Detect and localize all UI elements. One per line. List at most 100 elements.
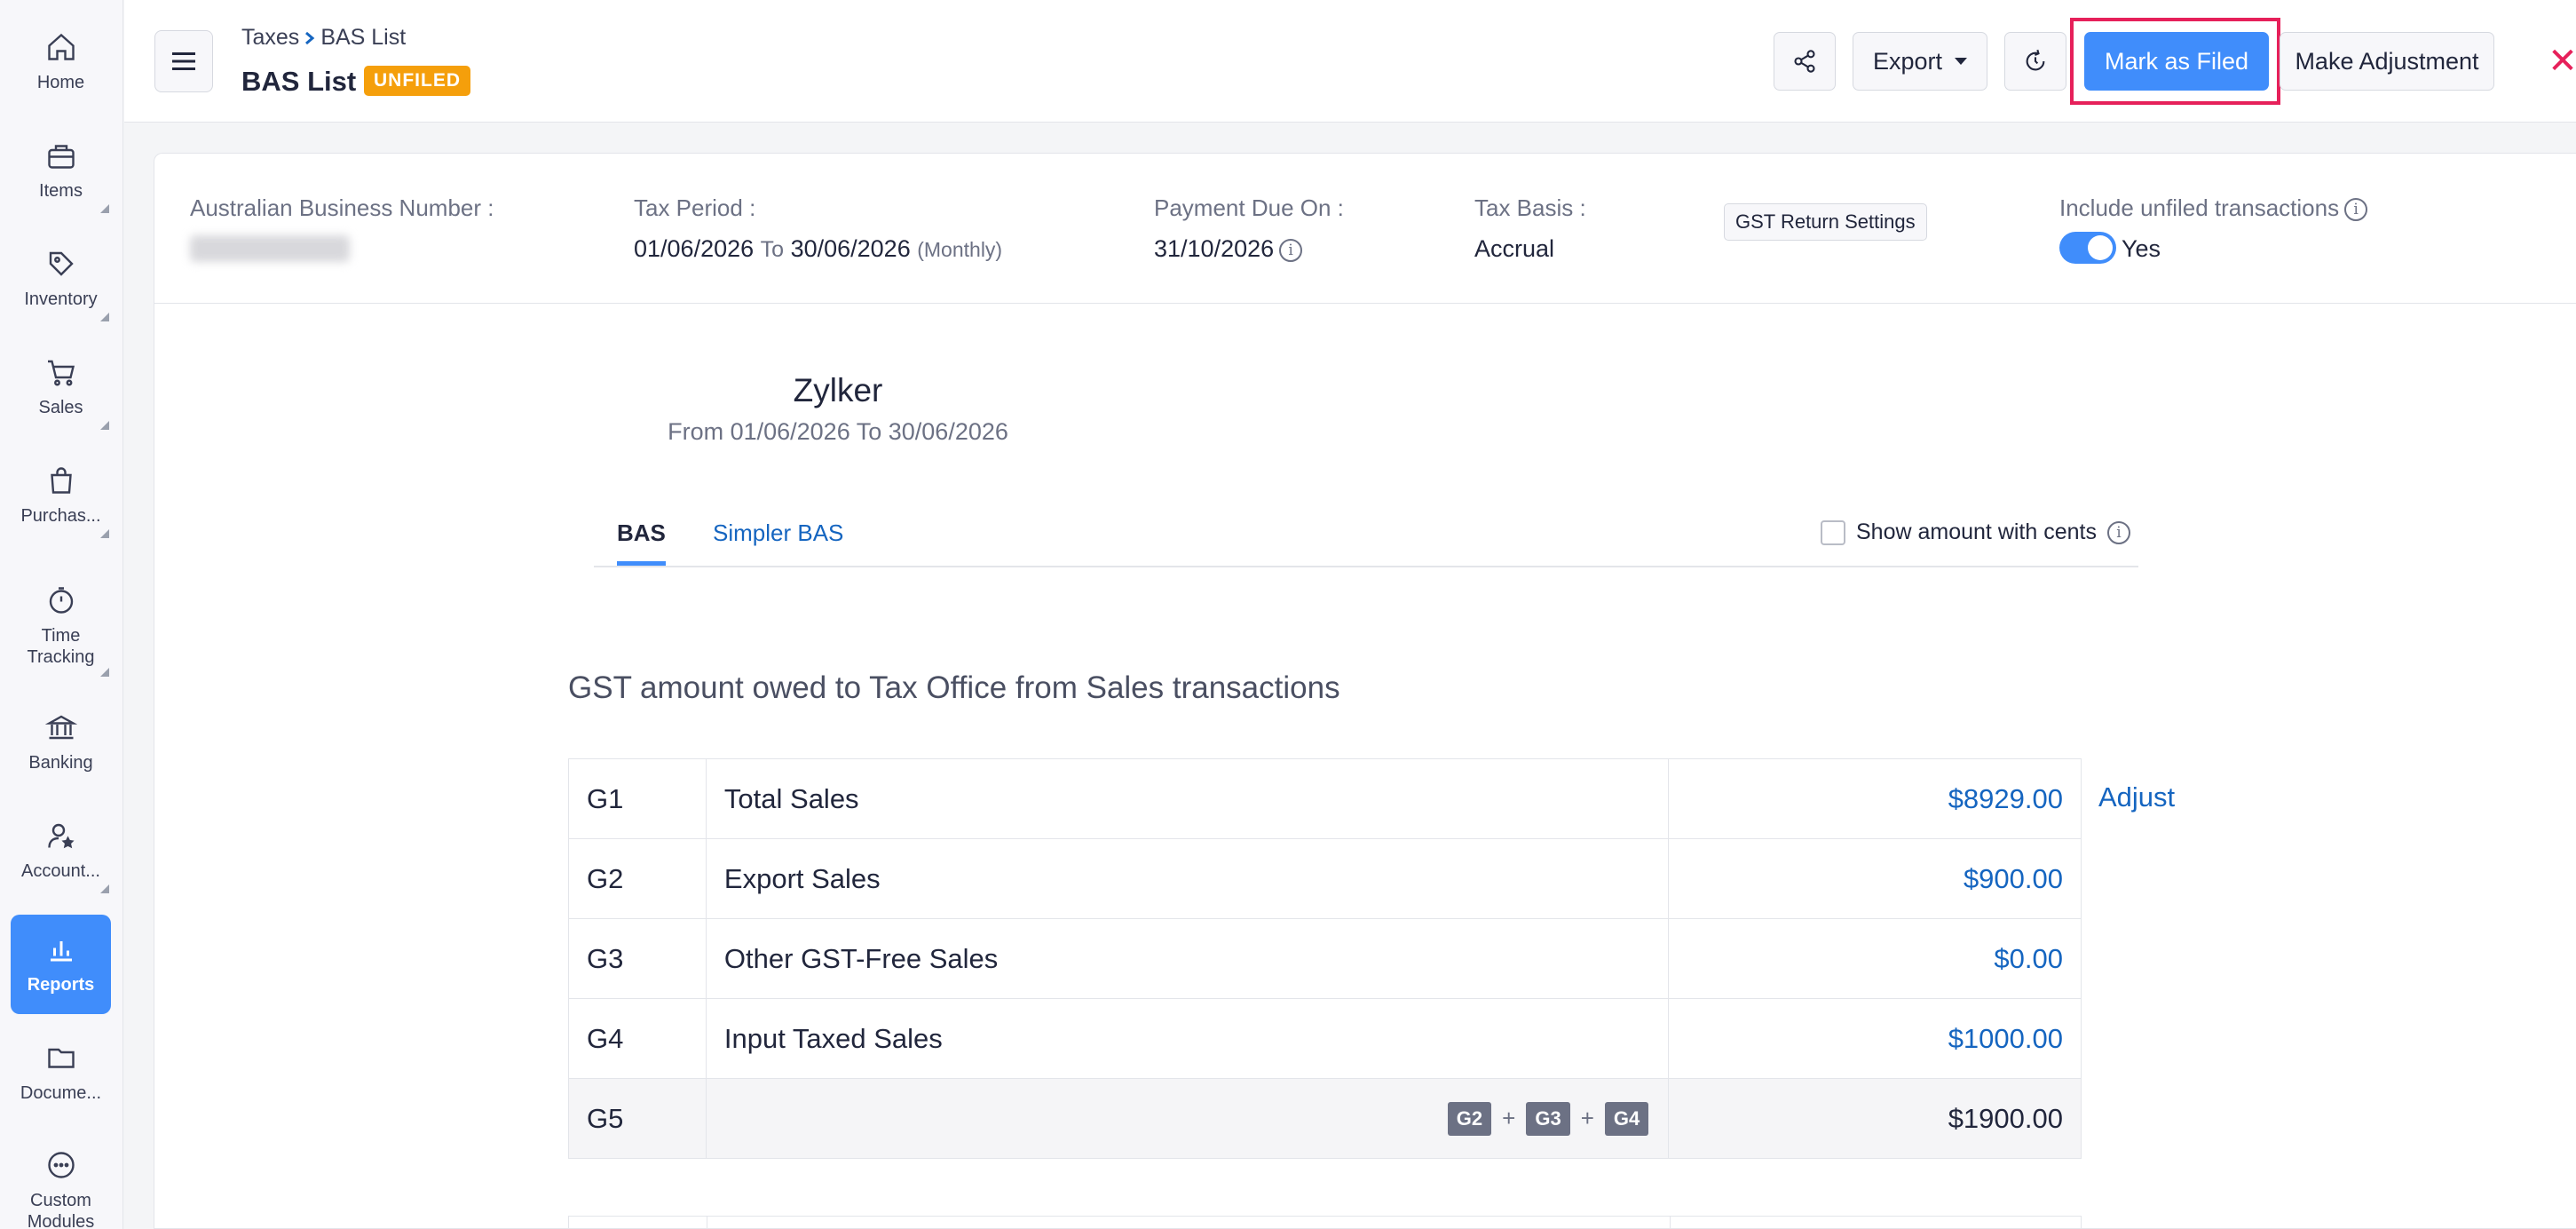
sidebar-item-label: Home <box>36 73 85 92</box>
company-name: Zylker <box>793 372 883 408</box>
expand-caret-icon <box>100 529 109 538</box>
row-code: G4 <box>568 998 707 1079</box>
table-divider <box>1670 1217 1671 1229</box>
table-row: G2 Export Sales $900.00 <box>568 838 2082 919</box>
page-header: Taxes BAS List BAS List UNFILED Export M… <box>124 0 2576 123</box>
close-icon[interactable]: ✕ <box>2540 39 2576 83</box>
sidebar-item-label: Inventory <box>24 289 98 309</box>
breadcrumb-taxes-link[interactable]: Taxes <box>241 25 299 51</box>
row-amount-link[interactable]: $1000.00 <box>1668 998 2082 1079</box>
sidebar-item-banking[interactable]: Banking <box>11 693 111 792</box>
gst-sales-table: G1 Total Sales $8929.00 G2 Export Sales … <box>568 758 2082 1159</box>
sidebar-item-label: Reports <box>27 975 95 995</box>
row-description: Other GST-Free Sales <box>705 918 1670 999</box>
refresh-button[interactable] <box>2004 32 2066 91</box>
include-unfiled-label: Include unfiled transactions i <box>2059 194 2368 222</box>
info-bar: Australian Business Number : Tax Period … <box>154 154 2576 304</box>
report-period: From 01/06/2026 To 30/06/2026 <box>668 418 1008 445</box>
tab-bas[interactable]: BAS <box>617 519 666 566</box>
tab-simpler-bas[interactable]: Simpler BAS <box>713 519 843 547</box>
make-adjustment-button[interactable]: Make Adjustment <box>2280 32 2494 91</box>
row-amount-link[interactable]: $8929.00 <box>1668 758 2082 839</box>
report-tabs: BAS Simpler BAS Show amount with cents i <box>594 509 2138 567</box>
formula-chip: G4 <box>1604 1101 1649 1136</box>
table-row: G4 Input Taxed Sales $1000.00 <box>568 998 2082 1079</box>
export-label: Export <box>1872 47 1943 75</box>
row-description: Total Sales <box>705 758 1670 839</box>
tax-period-value: 01/06/2026 To 30/06/2026 (Monthly) <box>634 235 1002 263</box>
report-card: Australian Business Number : Tax Period … <box>154 153 2576 1229</box>
row-amount-link[interactable]: $900.00 <box>1668 838 2082 919</box>
tax-period-to-word: To <box>760 237 785 262</box>
section-title: GST amount owed to Tax Office from Sales… <box>568 670 1340 705</box>
sidebar-item-label: Banking <box>28 753 93 773</box>
breadcrumb: Taxes BAS List <box>241 25 406 51</box>
bag-icon <box>50 467 72 494</box>
sidebar-item-time-tracking[interactable]: Time Tracking <box>11 568 111 684</box>
plus-sign: + <box>1580 1105 1594 1131</box>
sidebar-item-items[interactable]: Items <box>11 121 111 220</box>
formula: G2 + G3 + G4 <box>724 1101 1668 1136</box>
sidebar-item-reports[interactable]: Reports <box>11 915 111 1014</box>
inventory-icon <box>49 251 74 276</box>
status-badge: UNFILED <box>364 66 470 96</box>
sidebar-item-label: Docume... <box>20 1083 102 1103</box>
sidebar-item-home[interactable]: Home <box>11 12 111 112</box>
row-description: Input Taxed Sales <box>705 998 1670 1079</box>
sidebar-item-purchases[interactable]: Purchas... <box>11 446 111 545</box>
abn-label: Australian Business Number : <box>190 194 494 221</box>
refresh-icon <box>2026 49 2045 71</box>
toggle-value-label: Yes <box>2122 235 2161 262</box>
sidebar-item-custom-modules[interactable]: Custom Modules <box>11 1138 111 1229</box>
table-row: G1 Total Sales $8929.00 <box>568 758 2082 839</box>
row-code: G3 <box>568 918 707 999</box>
tax-period-to: 30/06/2026 <box>790 235 911 262</box>
sidebar-item-inventory[interactable]: Inventory <box>11 229 111 329</box>
sidebar-item-sales[interactable]: Sales <box>11 337 111 437</box>
page-title: BAS List <box>241 66 357 97</box>
info-icon[interactable]: i <box>1279 238 1303 262</box>
sidebar-item-label: Custom Modules <box>27 1191 95 1229</box>
expand-caret-icon <box>100 421 109 430</box>
table-row: G3 Other GST-Free Sales $0.00 <box>568 918 2082 999</box>
caret-down-icon <box>1955 58 1968 65</box>
total-row: G5 G2 + G3 + G4 $1900.00 <box>568 1078 2082 1159</box>
info-icon[interactable]: i <box>2344 198 2368 222</box>
gst-return-settings-button[interactable]: GST Return Settings <box>1724 203 1927 241</box>
row-code: G1 <box>568 758 707 839</box>
items-icon <box>47 145 75 169</box>
show-cents-checkbox[interactable] <box>1821 519 1845 545</box>
chevron-right-icon <box>305 31 315 44</box>
expand-caret-icon <box>100 204 109 213</box>
accountant-icon <box>47 823 75 849</box>
include-unfiled-text: Include unfiled transactions <box>2059 194 2340 221</box>
sidebar-item-documents[interactable]: Docume... <box>11 1023 111 1122</box>
include-unfiled-toggle[interactable] <box>2059 232 2116 264</box>
row-code: G5 <box>568 1078 707 1159</box>
reports-icon <box>50 941 72 962</box>
row-amount-link[interactable]: $0.00 <box>1668 918 2082 999</box>
expand-caret-icon <box>100 313 109 321</box>
mark-as-filed-button[interactable]: Mark as Filed <box>2084 32 2269 91</box>
tax-basis-label: Tax Basis : <box>1474 194 1586 221</box>
payment-due-value: 31/10/2026 i <box>1154 235 1303 263</box>
sidebar-item-label: Account... <box>21 861 100 881</box>
adjust-link[interactable]: Adjust <box>2098 781 2175 813</box>
menu-toggle-button[interactable] <box>154 30 213 92</box>
show-cents-option[interactable]: Show amount with cents i <box>1821 519 2130 545</box>
sidebar-item-accountant[interactable]: Account... <box>11 801 111 900</box>
payment-due-label: Payment Due On : <box>1154 194 1344 221</box>
share-button[interactable] <box>1774 32 1836 91</box>
sidebar: Home Items Inventory Sales Purchas... Ti… <box>0 0 123 1229</box>
sidebar-item-label: Items <box>39 181 83 201</box>
export-dropdown-button[interactable]: Export <box>1853 32 1987 91</box>
sidebar-item-label: Sales <box>38 398 83 417</box>
payment-due-date: 31/10/2026 <box>1154 235 1275 262</box>
total-amount: $1900.00 <box>1668 1078 2082 1159</box>
sidebar-item-label: Purchas... <box>20 506 101 526</box>
share-icon <box>1794 50 1815 73</box>
tax-period-label: Tax Period : <box>634 194 756 221</box>
info-icon[interactable]: i <box>2106 520 2130 544</box>
folder-icon <box>47 1048 75 1068</box>
show-cents-label: Show amount with cents <box>1856 519 2097 544</box>
